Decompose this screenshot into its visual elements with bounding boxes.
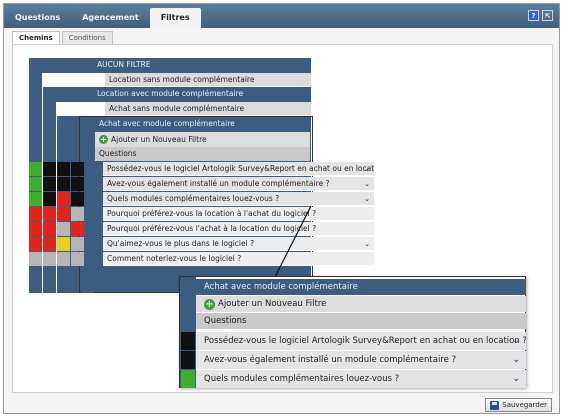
question-row-3[interactable]: Quels modules complémentaires louez-vous… (103, 192, 374, 206)
zoom-callout: Achat avec module complémentaire + Ajout… (179, 276, 526, 388)
grid-cell-red (29, 207, 42, 221)
grid-cell-black (71, 177, 84, 191)
filter-label: Location avec module complémentaire (97, 89, 244, 98)
grid-cell-red (43, 237, 56, 251)
zoom-question-row-1[interactable]: Possédez-vous le logiciel Artologik Surv… (196, 332, 526, 350)
zoom-question-row-2[interactable]: Avez-vous également installé un module c… (196, 351, 526, 369)
chevron-down-icon[interactable]: ⌄ (512, 370, 520, 388)
tab-conditions[interactable]: Conditions (61, 31, 113, 44)
zoom-filter-title[interactable]: Achat avec module complémentaire (196, 279, 526, 295)
question-row-6[interactable]: Qu'aimez-vous le plus dans le logiciel ?… (103, 237, 374, 251)
chevron-down-icon[interactable]: ⌄ (364, 192, 370, 205)
grid-cell-black (57, 177, 70, 191)
grid-cell-green (29, 177, 42, 191)
question-row-4[interactable]: Pourquoi préférez-vous la location à l'a… (103, 207, 374, 221)
filter-label: Achat avec module complémentaire (99, 119, 235, 128)
grid-cell-black (43, 162, 56, 176)
grid-cell-red (43, 207, 56, 221)
question-label: Comment noteriez-vous le logiciel ? (107, 254, 242, 263)
tab-questions[interactable]: Questions (4, 8, 71, 28)
add-filter-label: Ajouter un Nouveau Filtre (111, 135, 207, 144)
grid-cell-black (71, 162, 84, 176)
question-label: Avez-vous également installé un module c… (107, 179, 330, 188)
grid-cell-red (43, 222, 56, 236)
zoom-inner: Achat avec module complémentaire + Ajout… (180, 277, 526, 388)
question-row-1[interactable]: Possédez-vous le logiciel Artologik Surv… (103, 162, 374, 176)
add-icon: + (99, 135, 108, 144)
chevron-down-icon[interactable]: ⌄ (512, 351, 520, 369)
grid-cell-gray (57, 252, 70, 266)
add-filter-button[interactable]: + Ajouter un Nouveau Filtre (99, 132, 310, 147)
grid-cell-gray (57, 222, 70, 236)
zoom-add-filter-row: + Ajouter un Nouveau Filtre (196, 296, 526, 312)
grid-cell-gray (71, 207, 84, 221)
grid-cell-gray (43, 252, 56, 266)
grid-cell-black (43, 177, 56, 191)
save-button[interactable]: Sauvegarder (485, 398, 552, 412)
zoom-cell-green (181, 370, 195, 388)
chevron-down-icon[interactable]: ⌄ (512, 332, 520, 350)
grid-cell-green (29, 192, 42, 206)
question-label: Avez-vous également installé un module c… (204, 355, 457, 365)
app-window: Questions Agencement Filtres ? ⇱ Chemins… (3, 3, 560, 414)
grid-cell-black (57, 162, 70, 176)
grid-cell-gray (29, 252, 42, 266)
save-label: Sauvegarder (502, 401, 547, 409)
filter-achat-sans[interactable]: Achat sans module complémentaire (105, 102, 311, 116)
grid-cell-yellow (57, 237, 70, 251)
grid-cell-green (29, 162, 42, 176)
add-filter-row: + Ajouter un Nouveau Filtre (95, 132, 310, 147)
question-label: Quels modules complémentaires louez-vous… (107, 194, 280, 203)
question-label: Possédez-vous le logiciel Artologik Surv… (107, 164, 374, 173)
zoom-question-row-3[interactable]: Quels modules complémentaires louez-vous… (196, 370, 526, 388)
grid-cell-red (71, 222, 84, 236)
zoom-cell-black (181, 332, 195, 350)
questions-header: Questions (95, 147, 310, 161)
zoom-add-filter-button[interactable]: + Ajouter un Nouveau Filtre (204, 296, 526, 312)
grid-cell-black (71, 192, 84, 206)
grid-cell-red (57, 192, 70, 206)
add-icon: + (204, 298, 215, 310)
bottom-bar: Sauvegarder (4, 395, 559, 413)
grid-cell-gray (71, 252, 84, 266)
question-label: Possédez-vous le logiciel Artologik Surv… (204, 336, 526, 346)
filter-header-location-avec[interactable]: Location avec module complémentaire (43, 87, 311, 102)
chevron-down-icon[interactable]: ⌄ (364, 162, 370, 175)
grid-cell-gray (71, 237, 84, 251)
zoom-cell-black (181, 351, 195, 369)
filter-header-aucun[interactable]: AUCUN FILTRE (29, 58, 311, 73)
question-row-7[interactable]: Comment noteriez-vous le logiciel ? (103, 252, 374, 266)
chevron-down-icon[interactable]: ⌄ (364, 237, 370, 250)
export-icon[interactable]: ⇱ (542, 10, 553, 21)
sub-tab-bar: Chemins Conditions (12, 31, 115, 44)
question-label: Pourquoi préférez-vous l'achat à la loca… (107, 224, 317, 233)
top-icons: ? ⇱ (528, 10, 553, 21)
grid-cell-red (29, 222, 42, 236)
filter-location-sans[interactable]: Location sans module complémentaire (105, 73, 311, 87)
question-label: Pourquoi préférez-vous la location à l'a… (107, 209, 317, 218)
chevron-down-icon[interactable]: ⌄ (364, 177, 370, 190)
question-label: Quels modules complémentaires louez-vous… (204, 374, 400, 384)
tab-filtres[interactable]: Filtres (149, 8, 201, 28)
grid-cell-red (29, 237, 42, 251)
add-filter-label: Ajouter un Nouveau Filtre (218, 299, 327, 309)
tab-agencement[interactable]: Agencement (71, 8, 150, 28)
filter-header-achat-avec[interactable]: Achat avec module complémentaire (81, 117, 310, 132)
filter-label: AUCUN FILTRE (97, 60, 151, 69)
zoom-questions-header: Questions (196, 313, 526, 329)
tab-chemins[interactable]: Chemins (12, 31, 60, 44)
question-label: Qu'aimez-vous le plus dans le logiciel ? (107, 239, 255, 248)
question-row-2[interactable]: Avez-vous également installé un module c… (103, 177, 374, 191)
floppy-disk-icon (490, 400, 500, 410)
help-icon[interactable]: ? (528, 10, 539, 21)
question-row-5[interactable]: Pourquoi préférez-vous l'achat à la loca… (103, 222, 374, 236)
top-tab-bar: Questions Agencement Filtres ? ⇱ (4, 4, 559, 28)
grid-cell-black (43, 192, 56, 206)
grid-cell-red (57, 207, 70, 221)
